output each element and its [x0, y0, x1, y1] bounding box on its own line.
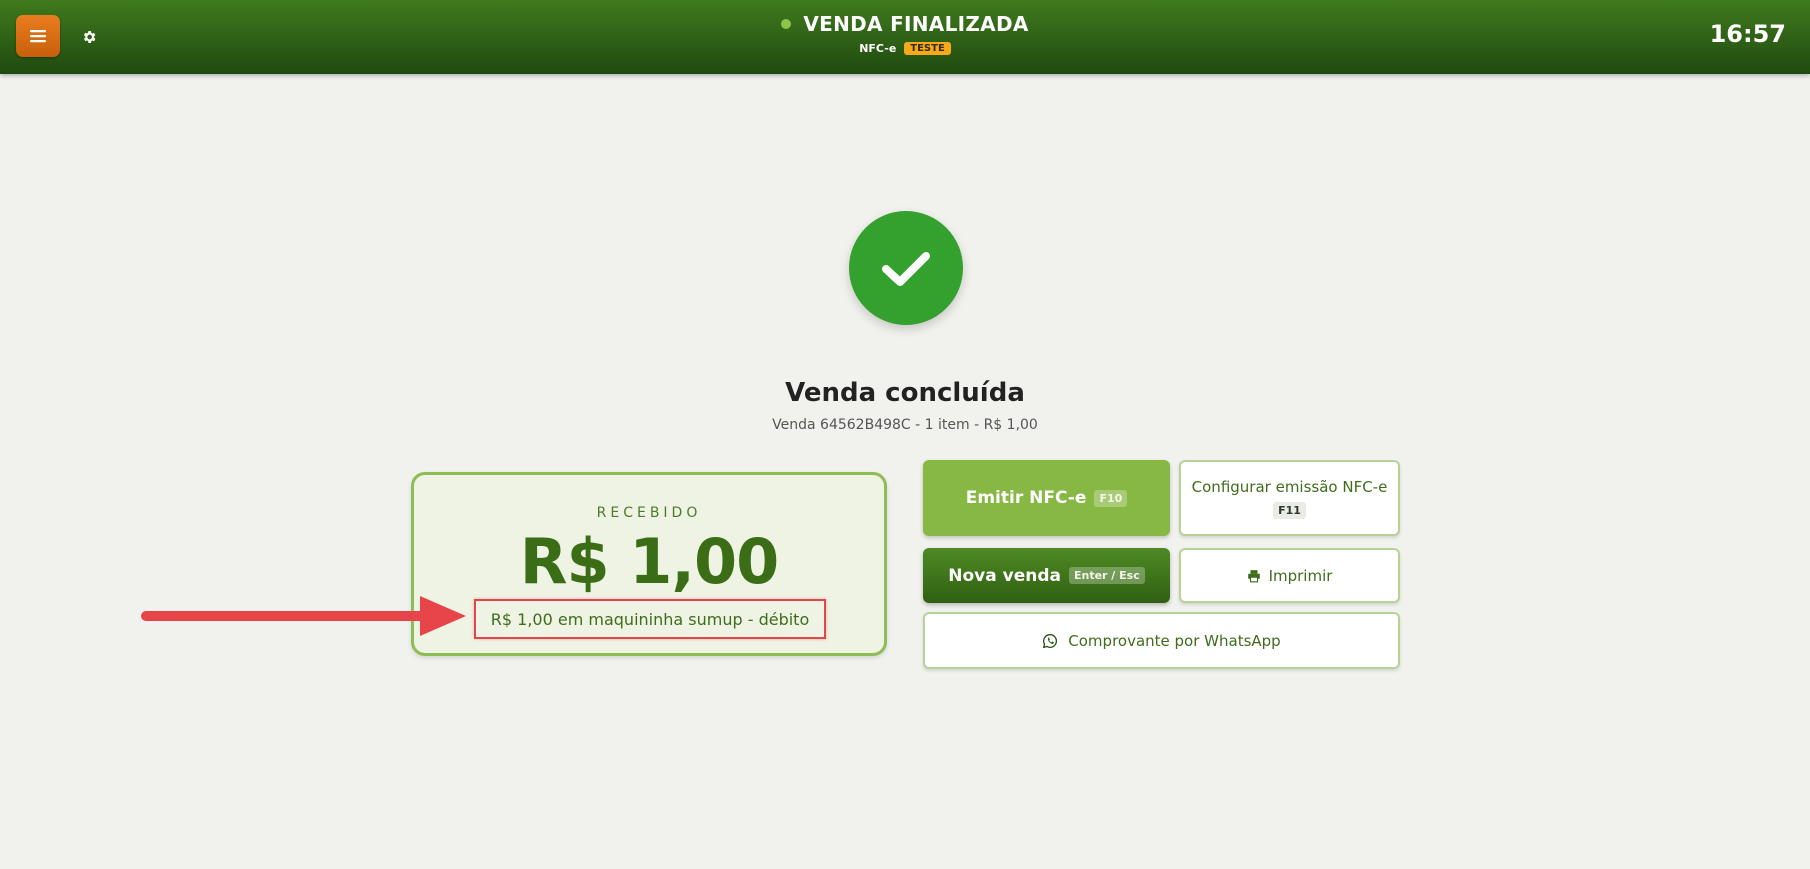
configure-nfce-button[interactable]: Configurar emissão NFC-e F11: [1179, 460, 1400, 536]
new-sale-button[interactable]: Nova venda Enter / Esc: [923, 548, 1170, 603]
sale-summary: Venda 64562B498C - 1 item - R$ 1,00: [772, 417, 1038, 433]
print-button[interactable]: Imprimir: [1179, 548, 1400, 603]
environment-badge: TESTE: [904, 42, 951, 55]
new-sale-label: Nova venda: [948, 565, 1061, 586]
emit-nfce-label: Emitir NFC-e: [965, 488, 1087, 508]
check-icon: [882, 252, 930, 286]
header-status: VENDA FINALIZADA NFC-e TESTE: [0, 12, 1810, 55]
header-title: VENDA FINALIZADA: [803, 12, 1029, 36]
status-dot: [781, 19, 792, 29]
whatsapp-icon: [1042, 633, 1058, 648]
received-label: RECEBIDO: [596, 505, 702, 521]
payment-detail: R$ 1,00 em maquininha sumup - débito: [474, 599, 826, 639]
success-badge: [849, 211, 963, 325]
new-sale-shortcut: Enter / Esc: [1068, 567, 1145, 584]
doc-type-label: NFC-e: [859, 42, 897, 55]
emit-nfce-button[interactable]: Emitir NFC-e F10: [923, 460, 1170, 536]
emit-nfce-shortcut: F10: [1094, 489, 1128, 507]
page-title: Venda concluída: [785, 378, 1025, 408]
payment-detail-text: R$ 1,00 em maquininha sumup - débito: [490, 609, 810, 629]
whatsapp-receipt-button[interactable]: Comprovante por WhatsApp: [923, 612, 1400, 669]
top-bar: VENDA FINALIZADA NFC-e TESTE 16:57: [0, 0, 1810, 74]
whatsapp-label: Comprovante por WhatsApp: [1068, 631, 1281, 650]
configure-nfce-label: Configurar emissão NFC-e: [1191, 477, 1388, 496]
print-label: Imprimir: [1268, 566, 1333, 585]
received-amount: R$ 1,00: [519, 525, 779, 598]
printer-icon: [1247, 569, 1260, 582]
configure-nfce-shortcut: F11: [1273, 501, 1306, 519]
received-card: RECEBIDO R$ 1,00 R$ 1,00 em maquininha s…: [411, 472, 887, 656]
annotation-arrow-icon: [141, 596, 466, 636]
clock: 16:57: [1709, 20, 1786, 48]
